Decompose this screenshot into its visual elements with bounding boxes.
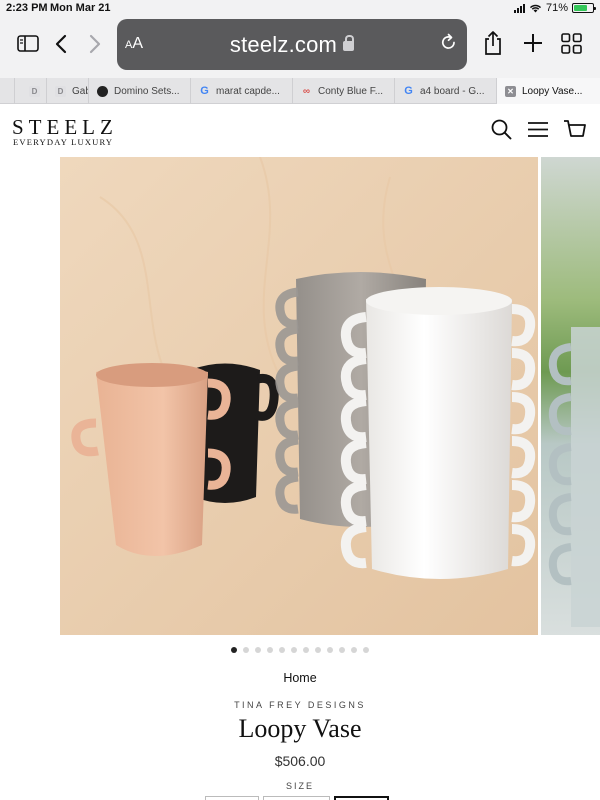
site-header: STEELZ EVERYDAY LUXURY [0,105,600,157]
product-image[interactable] [60,157,538,635]
carousel-pagination[interactable] [0,647,600,653]
google-icon: G [200,85,209,97]
tab-label: Loopy Vase... [522,85,583,97]
vase-photo [60,157,538,635]
tab-d[interactable]: D [14,78,46,104]
status-date: Mon Mar 21 [50,2,111,14]
tab-a4-board[interactable]: G a4 board - G... [394,78,496,104]
size-label: SIZE [285,781,314,791]
carousel-dot[interactable] [267,647,273,653]
product-vendor[interactable]: TINA FREY DESIGNS [0,700,600,710]
tab-overview-icon[interactable] [561,33,582,54]
new-tab-icon[interactable] [523,33,543,53]
tab-bar: D D Gab Domino Sets... G marat capde... … [0,78,600,104]
d-icon: D [55,85,66,97]
white-vase [340,287,536,579]
cellular-signal-icon [513,3,525,13]
tab-domino-sets[interactable]: Domino Sets... [88,78,190,104]
carousel-dot[interactable] [339,647,345,653]
tab-conty-blue[interactable]: ∞ Conty Blue F... [292,78,394,104]
battery-icon [572,3,596,13]
forward-icon[interactable] [89,34,101,54]
carousel-dot[interactable] [351,647,357,653]
close-tab-icon[interactable]: ✕ [505,85,516,97]
size-option[interactable] [205,796,259,800]
tab-marat-capde[interactable]: G marat capde... [190,78,292,104]
carousel-dot[interactable] [363,647,369,653]
domino-icon [97,85,108,97]
sidebar-icon[interactable] [17,35,39,52]
link-icon: ∞ [302,85,311,97]
status-bar: 2:23 PM Mon Mar 21 71% [0,0,600,16]
lock-icon [343,35,355,51]
reload-icon[interactable] [440,33,457,56]
carousel-dot[interactable] [279,647,285,653]
carousel-dot[interactable] [231,647,237,653]
d-icon: D [29,85,40,97]
back-icon[interactable] [55,34,67,54]
browser-toolbar: AA steelz.com [0,16,600,78]
google-icon: G [404,85,413,97]
site-tagline: EVERYDAY LUXURY [13,137,114,147]
tab-label: Gab [72,85,88,97]
menu-icon[interactable] [527,121,549,143]
tab-label: Conty Blue F... [318,85,384,97]
breadcrumb-home[interactable]: Home [0,671,600,685]
tab-label: marat capde... [216,85,280,97]
carousel-dot[interactable] [255,647,261,653]
search-icon[interactable] [491,119,512,145]
status-time: 2:23 PM [6,2,48,14]
tab-label: Domino Sets... [114,85,180,97]
next-product-image[interactable] [541,157,600,635]
carousel-dot[interactable] [315,647,321,653]
battery-percent: 71% [545,2,568,14]
size-option-selected[interactable] [334,796,389,800]
carousel-dot[interactable] [303,647,309,653]
cart-icon[interactable] [563,119,587,146]
share-icon[interactable] [483,30,503,56]
product-title: Loopy Vase [238,714,362,743]
carousel-dot[interactable] [243,647,249,653]
carousel-dot[interactable] [291,647,297,653]
address-domain: steelz.com [117,32,467,58]
tab-label: a4 board - G... [420,85,485,97]
tab-gab[interactable]: D Gab [46,78,88,104]
carousel-dot[interactable] [327,647,333,653]
tab-loopy-vase[interactable]: ✕ Loopy Vase... [496,78,600,104]
size-option[interactable] [263,796,330,800]
product-image-carousel[interactable] [0,157,600,635]
next-image-photo [548,327,600,627]
status-indicators: 71% [513,2,596,14]
address-bar[interactable]: AA steelz.com [117,19,467,70]
product-price: $506.00 [274,753,326,769]
wifi-icon [529,4,542,13]
